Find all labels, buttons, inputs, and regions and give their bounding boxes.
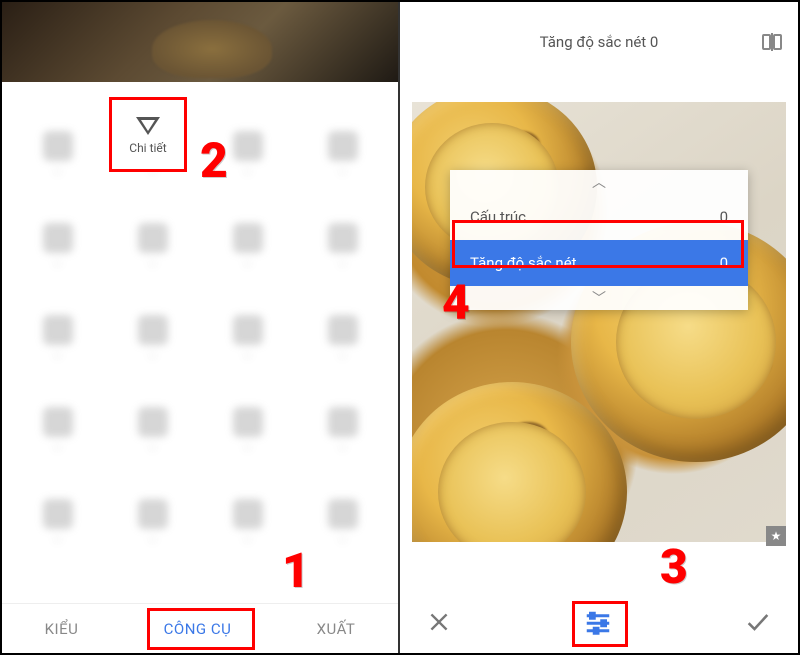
editor-header: Tăng độ sắc nét 0 [400,2,798,82]
bottom-tabs: KIỂU CÔNG CỤ XUẤT [2,603,398,653]
compare-icon[interactable] [760,30,784,54]
sharpen-label: Tăng độ sắc nét [470,254,577,272]
editor-toolbar [400,595,798,653]
adjustment-menu[interactable]: ︿ Cấu trúc 0 Tăng độ sắc nét 0 ﹀ [450,170,748,310]
structure-value: 0 [720,208,728,226]
structure-label: Cấu trúc [470,208,526,226]
effect-title: Tăng độ sắc nét 0 [540,33,659,51]
sharpen-value: 0 [720,254,728,272]
chevron-up-icon[interactable]: ︿ [450,170,748,194]
tools-grid-blurred: ─ ─ ─ ─ ─ ─ ─ ─ ─ ─ ─ ─ ─ ─ ─ ─ ─ ─ ─ ─ [2,102,398,603]
close-icon[interactable] [426,609,452,639]
tools-sheet: ─ ─ ─ ─ ─ ─ ─ ─ ─ ─ ─ ─ ─ ─ ─ ─ ─ ─ ─ ─ [2,82,398,653]
favorite-icon[interactable]: ★ [766,526,786,546]
tool-details[interactable]: Chi tiết [107,100,189,172]
editor-image[interactable] [412,102,786,542]
check-icon[interactable] [744,608,772,640]
menu-row-structure[interactable]: Cấu trúc 0 [450,194,748,240]
menu-row-sharpen[interactable]: Tăng độ sắc nét 0 [450,240,748,286]
tab-tools[interactable]: CÔNG CỤ [152,614,244,644]
annotation-3: 3 [660,538,688,595]
preview-image-strip [2,2,398,82]
screenshot-left: ─ ─ ─ ─ ─ ─ ─ ─ ─ ─ ─ ─ ─ ─ ─ ─ ─ ─ ─ ─ [2,2,400,653]
tab-export[interactable]: XUẤT [305,614,368,644]
tool-details-label: Chi tiết [129,141,166,155]
chevron-down-icon[interactable]: ﹀ [450,286,748,310]
tab-styles[interactable]: KIỂU [33,614,91,644]
details-icon [136,117,160,135]
screenshot-right: Tăng độ sắc nét 0 ︿ Cấu trúc 0 Tăng độ s… [400,2,798,653]
sliders-icon[interactable] [583,607,613,641]
